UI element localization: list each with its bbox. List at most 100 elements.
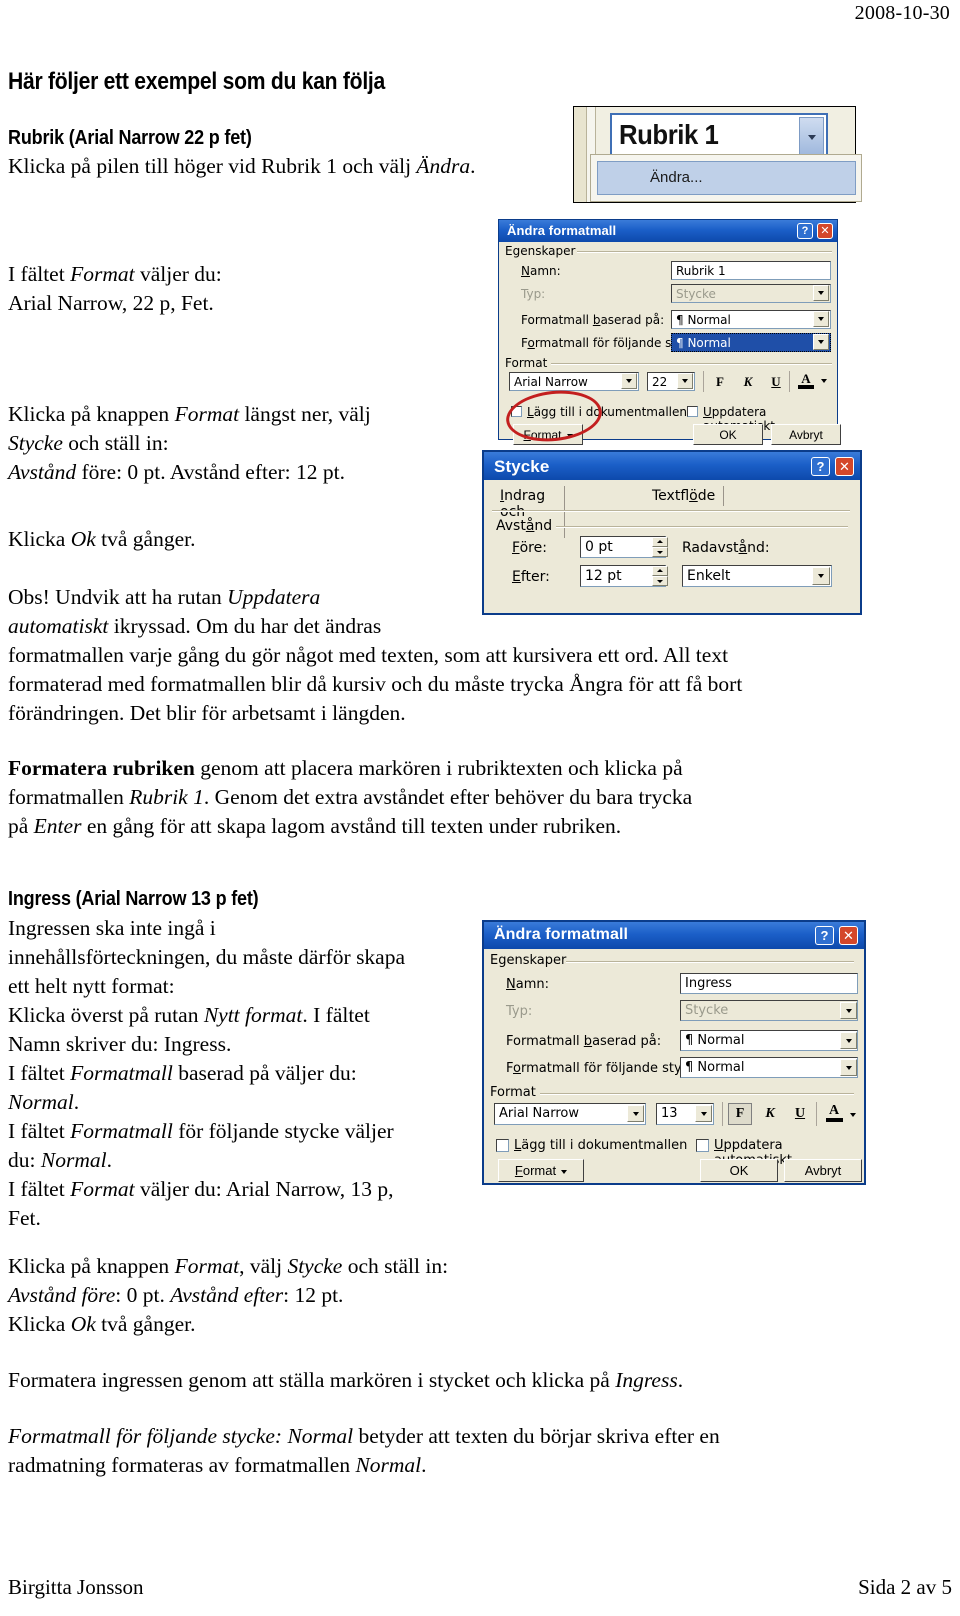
dialog2-font-combo[interactable]: Arial Narrow (494, 1103, 646, 1125)
chevron-down-icon[interactable] (799, 117, 824, 156)
font-color-icon[interactable]: A (822, 1103, 846, 1125)
font-color-icon[interactable]: A (795, 372, 817, 392)
s2-l6pre: I fältet (8, 1061, 71, 1085)
underline-icon[interactable]: U (788, 1103, 812, 1125)
close-icon[interactable]: ✕ (835, 457, 854, 476)
efter-mnemonic: E (512, 569, 521, 585)
format-button[interactable]: Format (498, 1159, 584, 1182)
dialog1-input-foljande[interactable]: ¶ Normal (671, 333, 831, 352)
s2-l11: Fet. (8, 1206, 41, 1230)
dialog2-input-foljande[interactable]: ¶ Normal (680, 1057, 858, 1078)
section1-instruction: Klicka på pilen till höger vid Rubrik 1 … (8, 152, 568, 181)
pfr-l2pre: formatmallen (8, 785, 130, 809)
font-color-chevron-down-icon[interactable] (819, 375, 829, 387)
spinner-down-icon[interactable] (652, 547, 668, 557)
close-icon[interactable]: ✕ (839, 926, 858, 945)
dialog2-checkbox-uppdatera[interactable] (696, 1139, 709, 1152)
pfr-l3it: Enter (33, 814, 82, 838)
close-icon[interactable]: ✕ (817, 223, 833, 239)
dialog1-foljande-chevron-down-icon[interactable] (813, 334, 829, 350)
bold-icon[interactable]: F (728, 1103, 752, 1125)
stycke-spinner-efter[interactable] (652, 566, 668, 586)
dialog2-baserad-chevron-down-icon[interactable] (840, 1032, 857, 1049)
dialog2-size-chevron-down-icon[interactable] (695, 1105, 712, 1122)
italic-icon[interactable]: K (737, 372, 759, 392)
ok-button[interactable]: OK (700, 1159, 778, 1182)
menu-item-andra[interactable]: Ändra... (597, 161, 856, 195)
pfb-italic2: Stycke (8, 431, 63, 455)
dialog2-toolbar-separator-2 (816, 1102, 817, 1126)
dialog1-size-chevron-down-icon[interactable] (677, 373, 693, 389)
uppd2-mnemonic: U (714, 1138, 724, 1153)
s2-l5: Namn skriver du: Ingress. (8, 1032, 232, 1056)
bold-icon[interactable]: F (709, 372, 731, 392)
pf-l2post: . (421, 1453, 427, 1477)
s2-l4pre: Klicka överst på rutan (8, 1003, 204, 1027)
menu-item-andra-label: Ändra... (650, 169, 703, 186)
avstand-mnemonic: å (525, 518, 535, 534)
stycke-label-fore: Före: (512, 540, 547, 556)
pbf-l3pre: Klicka (8, 1312, 71, 1336)
spinner-down-icon[interactable] (652, 576, 668, 586)
pok-pre: Klicka (8, 527, 71, 551)
style-name-field[interactable]: Rubrik 1 (610, 113, 828, 160)
dialog1-font-chevron-down-icon[interactable] (621, 373, 637, 389)
dialog2-foljande-chevron-down-icon[interactable] (840, 1059, 857, 1076)
dialog1-input-typ: Stycke (671, 284, 831, 303)
footer-author: Birgitta Jonsson (8, 1575, 144, 1599)
font-color-letter: A (828, 1103, 840, 1118)
s2-l4post: . I fältet (302, 1003, 370, 1027)
spinner-up-icon[interactable] (652, 537, 668, 547)
foljande2-mnemonic: o (513, 1061, 521, 1076)
help-icon[interactable]: ? (797, 223, 813, 239)
pbf-l2it1: Avstånd före (8, 1283, 116, 1307)
dialog1-toolbar-separator-1 (703, 371, 704, 392)
dialog2-input-namn[interactable]: Ingress (680, 973, 858, 994)
para-ok: Klicka Ok två gånger. (8, 525, 478, 554)
tab-textflode[interactable]: Textflöde (644, 486, 725, 506)
namn2-mnemonic: N (506, 977, 516, 992)
dialog2-label-lagg-till: Lägg till i dokumentmallen (514, 1138, 688, 1153)
dialog1-font-combo[interactable]: Arial Narrow (509, 372, 639, 391)
s2-l10pre: I fältet (8, 1177, 71, 1201)
dialog2-label-baserad: Formatmall baserad på: (506, 1034, 662, 1049)
dialog1-checkbox-uppdatera[interactable] (687, 406, 698, 417)
obs-pre: Obs! Undvik att ha rutan (8, 585, 228, 609)
ok-button[interactable]: OK (693, 424, 763, 445)
cancel-button[interactable]: Avbryt (784, 1159, 862, 1182)
help-icon[interactable]: ? (811, 457, 830, 476)
gallery-left-strip (574, 107, 587, 202)
format-button-caret-icon (561, 1169, 568, 1174)
help-icon[interactable]: ? (815, 926, 834, 945)
spinner-up-icon[interactable] (652, 566, 668, 576)
fore-mnemonic: F (512, 540, 520, 556)
pfb-pre: Klicka på knappen (8, 402, 175, 426)
screenshot-style-gallery: Rubrik 1 Ändra... (573, 106, 862, 203)
s2-l7it: Normal (8, 1090, 74, 1114)
stycke-input-radavstand[interactable]: Enkelt (682, 565, 832, 587)
dialog1-input-namn[interactable]: Rubrik 1 (671, 261, 831, 280)
dialog1-baserad-chevron-down-icon[interactable] (813, 311, 829, 327)
dialog2-input-typ: Stycke (680, 1000, 858, 1021)
s2-l9pre: du: (8, 1148, 41, 1172)
font-color-chevron-down-icon[interactable] (848, 1109, 858, 1121)
dialog2-checkbox-lagg-till[interactable] (496, 1139, 509, 1152)
dialog1-group-egenskaper: Egenskaper (505, 244, 580, 258)
dialog2-label-foljande: Formatmall för följande stycke: (506, 1061, 709, 1076)
s2-l8post: för följande stycke väljer (172, 1119, 394, 1143)
italic-icon[interactable]: K (758, 1103, 782, 1125)
stycke-group-line (556, 526, 848, 528)
para-obs-head: Obs! Undvik att ha rutan Uppdatera autom… (8, 583, 478, 641)
stycke-spinner-fore[interactable] (652, 537, 668, 557)
dialog2-input-baserad[interactable]: ¶ Normal (680, 1030, 858, 1051)
para-obs-body: formatmallen varje gång du gör något med… (8, 641, 858, 728)
radavstand-chevron-down-icon[interactable] (812, 567, 830, 585)
pfi-it: Ingress (615, 1368, 678, 1392)
underline-icon[interactable]: U (765, 372, 787, 392)
dialog1-input-baserad[interactable]: ¶ Normal (671, 310, 831, 329)
s2-l1: Ingressen ska inte ingå i (8, 916, 216, 940)
cancel-button[interactable]: Avbryt (771, 424, 841, 445)
s2-l6it: Formatmall (70, 1061, 173, 1085)
dialog2-font-chevron-down-icon[interactable] (627, 1105, 644, 1122)
pbf-l1it2: Stycke (287, 1254, 343, 1278)
